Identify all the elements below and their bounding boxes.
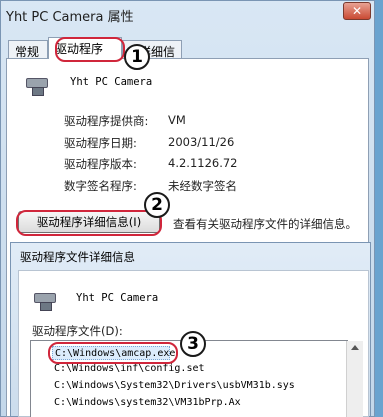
list-scrollbar[interactable]	[346, 341, 363, 417]
scroll-up-icon[interactable]	[351, 345, 359, 350]
version-label: 驱动程序版本:	[64, 157, 137, 171]
provider-value: VM	[168, 113, 186, 127]
device-name: Yht PC Camera	[70, 76, 153, 88]
callout-badge: 3	[180, 331, 206, 357]
signer-label: 数字签名程序:	[64, 179, 137, 193]
window-title: Yht PC Camera 属性	[6, 10, 134, 25]
list-item[interactable]: C:\Windows\System32\Drivers\usbVM31b.sys	[54, 379, 295, 393]
close-button[interactable]: ✕	[343, 2, 371, 20]
camera-icon	[34, 293, 56, 311]
dialog-title: 驱动程序文件详细信息	[20, 250, 135, 264]
close-icon: ✕	[351, 4, 363, 18]
driver-files-label: 驱动程序文件(D):	[32, 324, 123, 338]
tab-general[interactable]: 常规	[8, 40, 48, 59]
highlight-ring	[16, 210, 162, 236]
version-value: 4.2.1126.72	[168, 156, 238, 170]
driver-details-description: 查看有关驱动程序文件的详细信息。	[173, 217, 357, 231]
highlight-ring	[48, 342, 178, 364]
signer-value: 未经数字签名	[168, 179, 237, 193]
list-item[interactable]: C:\Windows\system32\VM31bPrp.Ax	[54, 396, 241, 410]
list-item[interactable]: C:\Windows\inf\config.set	[54, 362, 205, 376]
camera-icon	[26, 78, 48, 96]
provider-label: 驱动程序提供商:	[64, 114, 149, 128]
date-label: 驱动程序日期:	[64, 136, 137, 150]
callout-badge: 2	[144, 192, 170, 218]
dialog-device-name: Yht PC Camera	[76, 292, 159, 304]
date-value: 2003/11/26	[168, 135, 235, 149]
highlight-ring	[55, 37, 125, 62]
callout-badge: 1	[124, 44, 150, 70]
